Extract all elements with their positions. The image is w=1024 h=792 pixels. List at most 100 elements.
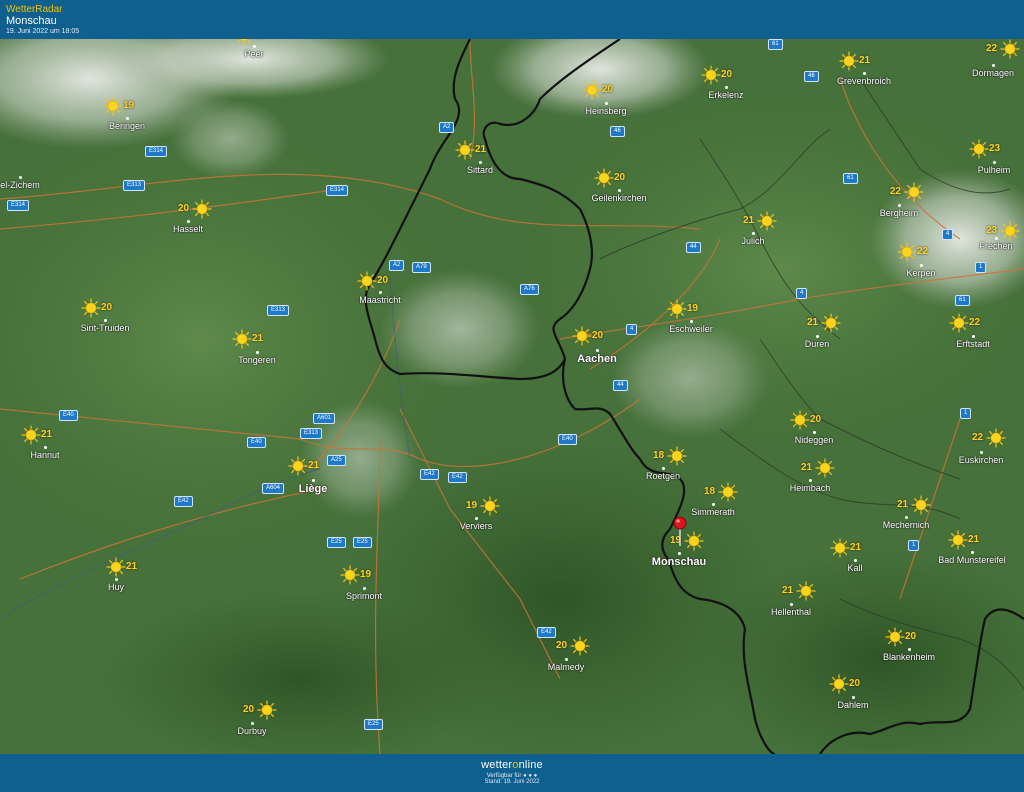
road-badge: 1 <box>975 262 987 273</box>
city-dot <box>662 467 665 470</box>
city-dot <box>920 264 923 267</box>
app-footer: wetteronline Verfügbar für ● ● ● Stand: … <box>0 754 1024 792</box>
road-badge: E42 <box>537 627 556 638</box>
road-badge: A79 <box>412 262 431 273</box>
sun-icon <box>815 458 835 478</box>
road-badge: 46 <box>610 126 625 137</box>
city-name: Durbuy <box>237 726 267 736</box>
app-name: WetterRadar <box>6 4 63 15</box>
temperature: 20 <box>602 84 614 95</box>
sun-icon <box>357 271 377 291</box>
sun-icon <box>21 425 41 445</box>
temperature: 21 <box>782 585 794 596</box>
city-name: Duren <box>804 339 830 349</box>
road-badge: E42 <box>448 472 467 483</box>
temperature: 21 <box>126 561 138 572</box>
city-name: Tongeren <box>238 355 276 365</box>
city-name: Blankenheim <box>882 652 936 662</box>
city-dot <box>363 587 366 590</box>
city-name: Euskirchen <box>958 455 1004 465</box>
sun-icon <box>340 565 360 585</box>
weather-map[interactable]: 19 Peer 19 Beringen el-Zichem 20 Hasselt 20 Sint… <box>0 39 1024 754</box>
temperature: 22 <box>890 186 902 197</box>
temperature: 20 <box>101 302 113 313</box>
sun-icon <box>257 700 277 720</box>
sun-icon <box>234 39 254 46</box>
sun-icon <box>839 51 859 71</box>
city-name: Maastricht <box>359 295 401 305</box>
temperature: 22 <box>972 432 984 443</box>
city-dot <box>618 189 621 192</box>
road-badge: A2 <box>439 122 455 133</box>
road-badge: 1 <box>908 540 920 551</box>
temperature: 21 <box>41 429 53 440</box>
city-name: Roetgen <box>645 471 681 481</box>
city-name: Heimbach <box>789 483 831 493</box>
temperature: 21 <box>801 462 813 473</box>
temperature: 21 <box>475 144 487 155</box>
city-name: Verviers <box>459 521 493 531</box>
city-dot <box>253 45 256 48</box>
temperature: 18 <box>653 450 665 461</box>
road-badge: E25 <box>327 537 346 548</box>
location-pin-icon[interactable] <box>673 516 687 551</box>
sun-icon <box>796 581 816 601</box>
temperature: 19 <box>466 500 478 511</box>
timestamp: 19. Juni 2022 um 18:05 <box>6 28 80 35</box>
sun-icon <box>103 96 123 116</box>
temperature: 21 <box>968 534 980 545</box>
city-name: Kall <box>847 563 863 573</box>
temperature: 22 <box>986 43 998 54</box>
city-dot <box>809 479 812 482</box>
city-name: Erkelenz <box>708 90 744 100</box>
road-badge: 4 <box>942 229 954 240</box>
city-name: Erftstadt <box>956 339 990 349</box>
road-badge: E40 <box>247 437 266 448</box>
sun-icon <box>897 242 917 262</box>
city-dot <box>972 335 975 338</box>
road-badge: E314 <box>326 185 349 196</box>
city-dot <box>479 161 482 164</box>
city-dot <box>678 552 681 555</box>
city-dot <box>995 237 998 240</box>
location-title: Monschau <box>6 15 57 27</box>
road-badge: A76 <box>520 284 539 295</box>
city-dot <box>44 446 47 449</box>
temperature: 20 <box>377 275 389 286</box>
data-stand: Stand: 19. Juni 2022 <box>484 779 540 785</box>
sun-icon <box>829 674 849 694</box>
sun-icon <box>288 456 308 476</box>
city-name: Nideggen <box>794 435 834 445</box>
city-name: Sint-Truiden <box>80 323 130 333</box>
sun-icon <box>232 329 252 349</box>
sun-icon <box>986 428 1006 448</box>
road-badge: 44 <box>613 380 628 391</box>
temperature: 20 <box>721 69 733 80</box>
temperature: 20 <box>556 640 568 651</box>
temperature: 20 <box>243 704 255 715</box>
city-name: Sprimont <box>345 591 383 601</box>
temperature: 18 <box>704 486 716 497</box>
sun-icon <box>948 530 968 550</box>
road-badge: E314 <box>7 200 30 211</box>
temperature: 19 <box>360 569 372 580</box>
city-dot <box>816 335 819 338</box>
city-dot <box>712 503 715 506</box>
sun-icon <box>885 627 905 647</box>
city-dot <box>115 578 118 581</box>
city-dot <box>905 516 908 519</box>
city-dot <box>992 64 995 67</box>
city-name: Bergheim <box>879 208 919 218</box>
temperature: 20 <box>849 678 861 689</box>
brand-logo[interactable]: wetteronline <box>0 759 1024 771</box>
temperature: 19 <box>254 39 265 41</box>
city-dot <box>312 479 315 482</box>
road-badge: E40 <box>558 434 577 445</box>
road-badge: A25 <box>327 455 346 466</box>
road-badge: 44 <box>686 242 701 253</box>
road-badge: 4 <box>626 324 638 335</box>
sun-icon <box>582 80 602 100</box>
city-dot <box>126 117 129 120</box>
city-dot <box>596 349 599 352</box>
city-dot <box>605 102 608 105</box>
